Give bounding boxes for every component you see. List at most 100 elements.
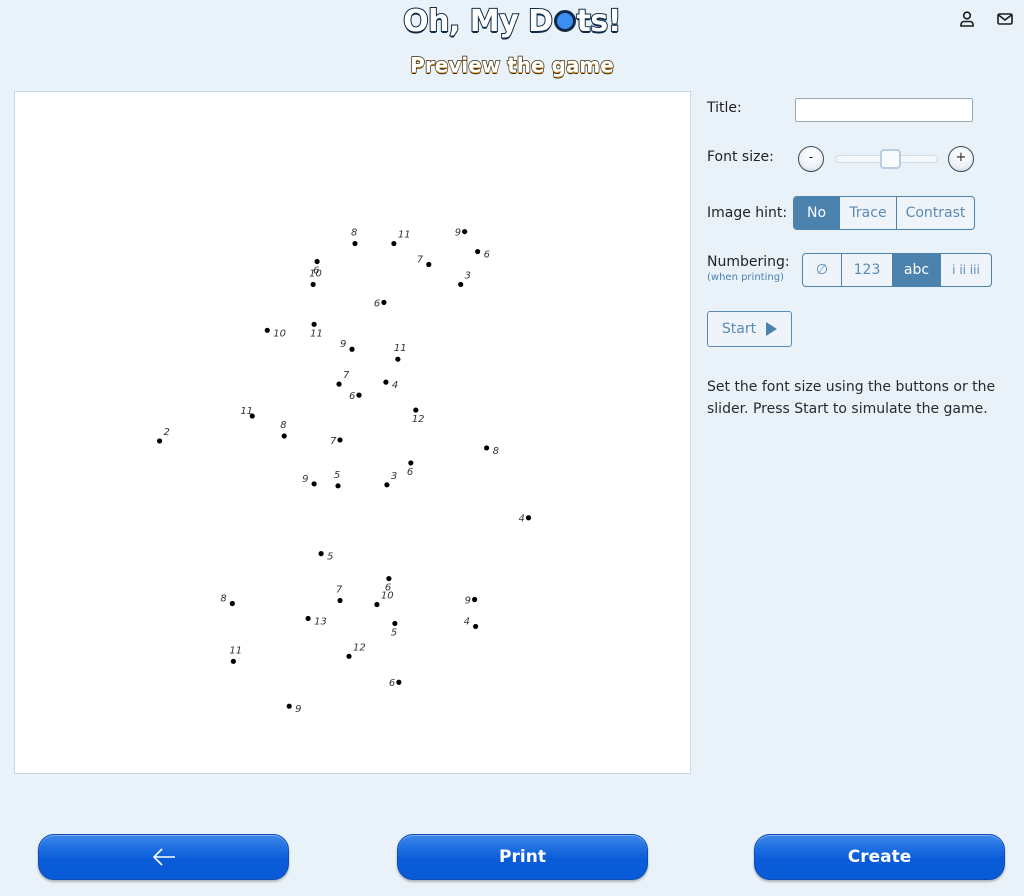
help-text: Set the font size using the buttons or t… [707, 379, 996, 417]
dot-6: 10 [309, 268, 322, 288]
dot-25: 3 [384, 471, 397, 488]
dot-point [391, 240, 397, 247]
dot-point [383, 379, 389, 385]
dot-point [472, 596, 478, 603]
app-logo: Oh, My D ts! [0, 0, 1024, 44]
dot-27: 5 [318, 551, 333, 563]
dot-label: 13 [314, 616, 327, 627]
dot-label: 5 [327, 552, 333, 563]
dot-label: 6 [484, 250, 490, 261]
dot-point [395, 356, 401, 362]
preview-canvas[interactable]: 8 11 9 6 6 7 10 3 6 10 11 9 11 7 6 4 12 11 8 2 7 8 6 9 5 3 4 5 6 8 7 10… [14, 91, 691, 774]
dot-3: 6 [475, 248, 490, 261]
image-hint-label: Image hint: [707, 205, 788, 221]
numbering-option-roman[interactable]: i ii iii [940, 254, 991, 286]
dot-14: 6 [349, 391, 362, 402]
logo-text-end: ts! [576, 3, 623, 40]
dot-point [229, 600, 235, 607]
dot-label: 12 [353, 642, 366, 653]
dot-label: 5 [334, 470, 340, 481]
header-icons [958, 10, 1014, 28]
dot-point [356, 392, 362, 398]
dot-point [230, 658, 236, 664]
title-input[interactable] [795, 98, 973, 122]
page-title: Preview the game [409, 52, 614, 78]
dot-point [310, 281, 316, 288]
dot-label: 8 [220, 593, 226, 604]
dot-16: 12 [412, 407, 425, 425]
dot-11: 9 [340, 339, 355, 352]
dot-37: 12 [346, 642, 366, 659]
back-button[interactable] [38, 834, 289, 880]
dot-point [408, 460, 414, 466]
image-hint-option-no[interactable]: No [794, 197, 839, 229]
dot-32: 9 [465, 595, 478, 606]
dot-label: 9 [465, 595, 471, 606]
dot-5: 7 [417, 255, 432, 268]
dot-2: 9 [455, 228, 468, 239]
dot-0: 8 [351, 228, 358, 247]
dot-12: 11 [394, 343, 407, 362]
font-size-slider-thumb[interactable] [880, 149, 901, 169]
dot-point [337, 597, 343, 604]
dot-point [264, 327, 270, 333]
dot-label: 5 [391, 627, 397, 638]
dots-drawing: 8 11 966710 3610 119 117641211827869 5 34568710… [156, 228, 532, 715]
print-button[interactable]: Print [397, 834, 648, 880]
arrow-left-icon [152, 848, 175, 866]
dot-label: 10 [309, 268, 322, 279]
image-hint-selector: No Trace Contrast [793, 196, 975, 230]
dot-34: 5 [391, 620, 398, 638]
title-label: Title: [707, 100, 742, 116]
dot-label: 7 [330, 436, 337, 447]
image-hint-row: Image hint: [707, 205, 787, 221]
dot-7: 3 [458, 270, 471, 288]
numbering-selector: ∅ 123 abc i ii iii [802, 253, 992, 287]
create-button[interactable]: Create [754, 834, 1005, 880]
dot-point [413, 407, 419, 413]
dot-point [311, 481, 317, 487]
logo-dot-icon [553, 10, 576, 32]
dot-label: 6 [374, 298, 380, 309]
dot-26: 4 [519, 514, 532, 525]
dot-point [473, 623, 479, 630]
dot-24: 5 [334, 470, 341, 489]
dot-label: 4 [464, 616, 470, 627]
dot-label: 11 [398, 230, 411, 241]
mail-icon[interactable] [996, 10, 1014, 28]
dot-label: 10 [273, 328, 286, 339]
numbering-option-none[interactable]: ∅ [803, 254, 841, 286]
dot-label: 7 [343, 370, 350, 381]
dot-label: 8 [280, 420, 286, 431]
dot-point [318, 551, 324, 557]
dot-label: 10 [381, 591, 394, 602]
font-size-decrease-button[interactable]: - [798, 146, 824, 172]
image-hint-option-trace[interactable]: Trace [839, 197, 896, 229]
dot-label: 3 [465, 270, 471, 281]
numbering-option-123[interactable]: 123 [841, 254, 892, 286]
dot-29: 8 [220, 593, 235, 607]
dot-label: 8 [493, 446, 499, 457]
numbering-option-abc[interactable]: abc [892, 254, 940, 286]
font-size-increase-button[interactable]: + [948, 146, 974, 172]
dot-21: 8 [484, 445, 499, 457]
dot-23: 9 [302, 474, 317, 487]
user-icon[interactable] [958, 10, 976, 28]
dot-8: 6 [374, 298, 387, 309]
dot-point [335, 483, 341, 489]
image-hint-option-contrast[interactable]: Contrast [896, 197, 974, 229]
dot-17: 11 [240, 406, 255, 419]
dot-point [396, 679, 402, 685]
dot-18: 8 [280, 420, 287, 439]
dot-10: 11 [310, 321, 323, 339]
dot-label: 4 [392, 380, 398, 391]
font-size-row: Font size: [707, 149, 774, 165]
dot-point [484, 445, 490, 451]
dot-label: 8 [351, 228, 357, 239]
start-button[interactable]: Start [707, 311, 792, 347]
dot-35: 4 [464, 616, 479, 630]
dot-label: 9 [302, 474, 308, 485]
dot-label: 6 [389, 678, 395, 689]
dot-point [286, 703, 292, 709]
dot-label: 6 [349, 391, 355, 402]
